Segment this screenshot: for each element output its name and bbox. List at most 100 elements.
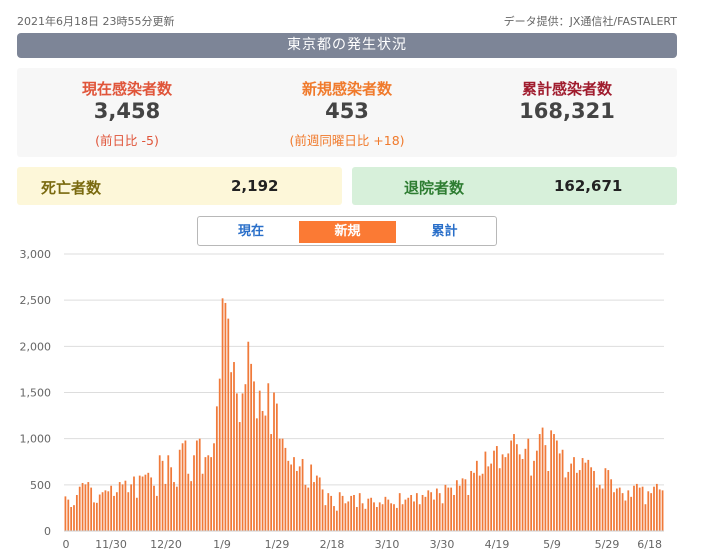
bar [167, 455, 170, 531]
bar [133, 476, 135, 531]
bar [164, 483, 167, 531]
bar [510, 440, 513, 531]
bar [538, 434, 541, 531]
bar [587, 459, 590, 531]
bar [410, 494, 413, 531]
bar [287, 460, 290, 531]
stat-new-label: 新規感染者数 [301, 80, 392, 98]
bar [484, 451, 487, 531]
bar [658, 489, 661, 531]
stat-current-value: 3,458 [93, 99, 161, 123]
bar [290, 464, 293, 531]
bar [493, 450, 495, 531]
bar [564, 477, 567, 531]
bar [590, 467, 593, 531]
bar [244, 384, 247, 531]
bar [535, 450, 538, 531]
bar [75, 494, 78, 531]
recovered-box: 退院者数 162,671 [352, 167, 677, 205]
bar [147, 472, 150, 531]
bar [73, 505, 75, 531]
bar [113, 495, 115, 531]
bar [181, 443, 184, 531]
bar [478, 475, 481, 531]
bar [295, 470, 298, 531]
bar [64, 496, 67, 532]
stat-current-cases: 現在感染者数 3,458 (前日比 -5) [17, 68, 237, 157]
x-tick-label: 5/29 [595, 538, 620, 551]
x-tick-label: 12/20 [150, 538, 182, 551]
bar [650, 493, 653, 531]
bar [90, 487, 93, 531]
bar [81, 482, 84, 531]
y-tick-label: 1,500 [20, 387, 52, 400]
bar [127, 492, 130, 531]
bar [115, 492, 118, 531]
stat-current-label: 現在感染者数 [81, 80, 172, 98]
bar [464, 479, 467, 531]
bar [541, 427, 544, 531]
bar [175, 486, 178, 531]
bar [184, 440, 187, 531]
y-tick-label: 2,000 [20, 340, 52, 353]
stat-total-label: 累計感染者数 [521, 80, 612, 98]
bar [438, 493, 441, 531]
bar [121, 484, 124, 531]
bar [218, 378, 221, 531]
bar [593, 470, 595, 531]
bar [467, 494, 470, 531]
bar [501, 454, 504, 531]
bar [235, 393, 238, 531]
updated-timestamp: 2021年6月18日 23時55分更新 [17, 15, 175, 28]
bar [321, 489, 324, 531]
bar [324, 505, 327, 531]
bar [381, 504, 384, 531]
bar [341, 495, 344, 531]
bar [141, 476, 144, 531]
x-tick-label: 2/18 [320, 538, 345, 551]
bar [575, 472, 578, 531]
bar [230, 372, 233, 531]
tab-current[interactable]: 現在 [202, 221, 300, 243]
bar [644, 504, 647, 531]
bar [555, 440, 558, 531]
bar [207, 455, 210, 531]
bar [273, 392, 275, 531]
bar [101, 492, 104, 531]
stats-panel: 現在感染者数 3,458 (前日比 -5) 新規感染者数 453 (前週同曜日比… [17, 68, 677, 157]
bar [190, 481, 193, 531]
bar [318, 477, 321, 531]
x-tick-label: 3/10 [375, 538, 400, 551]
stat-new-cases: 新規感染者数 453 (前週同曜日比 +18) [237, 68, 457, 157]
bar [504, 457, 507, 531]
bar [424, 496, 427, 531]
tab-new[interactable]: 新規 [299, 221, 396, 243]
x-tick-label: 3/30 [430, 538, 455, 551]
bar [281, 438, 284, 531]
bar [124, 480, 127, 531]
bar [350, 495, 353, 531]
bar [638, 487, 641, 531]
bar [353, 494, 355, 531]
bar [293, 457, 295, 531]
bar [110, 485, 113, 531]
bar [633, 485, 635, 531]
bar [553, 434, 555, 531]
bar [604, 468, 607, 531]
bar [264, 415, 267, 531]
bar [304, 484, 307, 531]
bar [330, 495, 333, 531]
bar [367, 498, 370, 531]
y-tick-label: 0 [44, 525, 51, 538]
section-header: 東京都の発生状況 [17, 33, 677, 58]
bar [490, 463, 493, 531]
bar [347, 501, 350, 531]
bar [210, 457, 213, 531]
bar [527, 438, 530, 531]
bar [313, 482, 315, 531]
tab-total[interactable]: 累計 [396, 221, 493, 243]
x-tick-label: 5/9 [543, 538, 561, 551]
bar [518, 454, 521, 531]
bar [70, 506, 73, 531]
bar [178, 449, 181, 531]
